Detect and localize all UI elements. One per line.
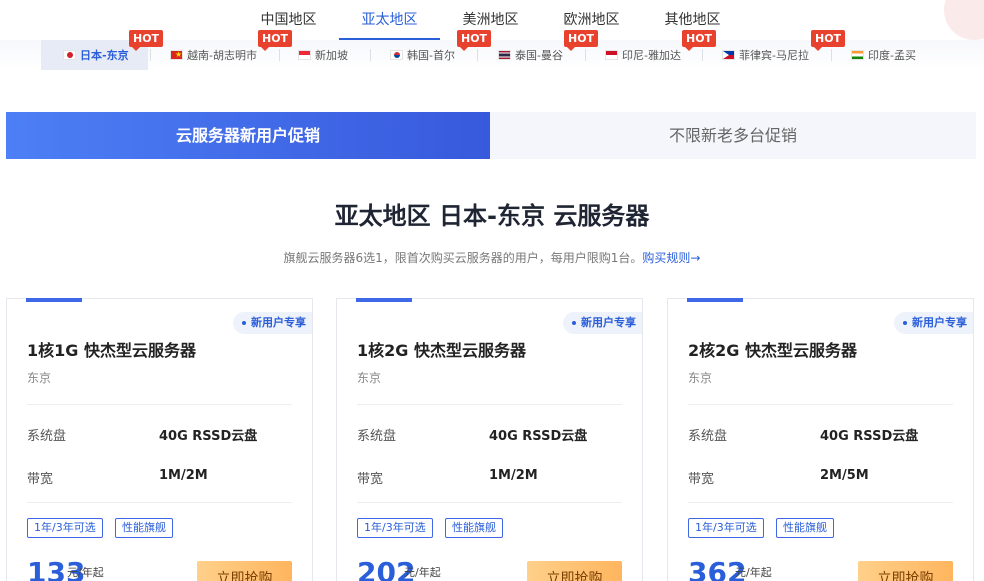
- city-item-jakarta[interactable]: 印尼-雅加达: [605, 40, 681, 70]
- performance-tag: 性能旗舰: [115, 518, 173, 538]
- divider: [27, 502, 292, 503]
- divider: [27, 404, 292, 405]
- buy-button[interactable]: 立即抢购: [527, 561, 622, 581]
- card-title: 1核2G 快杰型云服务器: [357, 341, 526, 360]
- disk-label: 系统盘: [357, 429, 397, 444]
- tab-all-users-promo[interactable]: 不限新老多台促销: [490, 112, 976, 159]
- divider: [688, 502, 953, 503]
- product-card: 新用户专享 2核2G 快杰型云服务器 东京 系统盘 40G RSSD云盘 带宽 …: [667, 298, 974, 581]
- page-title: 亚太地区 日本-东京 云服务器: [334, 202, 650, 230]
- badge-label: 新用户专享: [251, 316, 306, 329]
- philippines-flag-icon: [722, 50, 735, 60]
- korea-flag-icon: [390, 50, 403, 60]
- divider: [357, 502, 622, 503]
- page: 中国地区 亚太地区 美洲地区 欧洲地区 其他地区 日本-东京 ★ 越南-胡志明市…: [0, 0, 984, 581]
- city-label: 越南-胡志明市: [187, 49, 257, 62]
- india-flag-icon: [851, 50, 864, 60]
- buy-button[interactable]: 立即抢购: [858, 561, 953, 581]
- city-item-hochiminh[interactable]: ★ 越南-胡志明市: [170, 40, 257, 70]
- bandwidth-value: 1M/2M: [489, 468, 538, 483]
- city-label: 韩国-首尔: [407, 49, 455, 62]
- buy-button[interactable]: 立即抢购: [197, 561, 292, 581]
- badge-label: 新用户专享: [581, 316, 636, 329]
- city-label: 日本-东京: [80, 49, 129, 62]
- new-user-badge: 新用户专享: [894, 312, 973, 334]
- new-user-badge: 新用户专享: [563, 312, 642, 334]
- dot-icon: [572, 321, 576, 325]
- card-location: 东京: [688, 371, 713, 385]
- term-tag: 1年/3年可选: [688, 518, 764, 538]
- bandwidth-label: 带宽: [27, 472, 54, 487]
- hot-badge: HOT: [811, 30, 846, 51]
- term-tag: 1年/3年可选: [357, 518, 433, 538]
- purchase-rules-link[interactable]: 购买规则→: [642, 251, 700, 265]
- disk-label: 系统盘: [27, 429, 67, 444]
- hot-badge: HOT: [564, 30, 599, 51]
- disk-value: 40G RSSD云盘: [489, 429, 588, 444]
- hot-badge: HOT: [457, 30, 492, 51]
- city-label: 新加坡: [315, 49, 348, 62]
- city-item-seoul[interactable]: 韩国-首尔: [390, 40, 455, 70]
- city-item-manila[interactable]: 菲律宾-马尼拉: [722, 40, 809, 70]
- bandwidth-value: 2M/5M: [820, 468, 869, 483]
- new-user-badge: 新用户专享: [233, 312, 312, 334]
- disk-value: 40G RSSD云盘: [820, 429, 919, 444]
- term-tag: 1年/3年可选: [27, 518, 103, 538]
- dot-icon: [242, 321, 246, 325]
- subtitle: 旗舰云服务器6选1，限首次购买云服务器的用户，每用户限购1台。购买规则→: [0, 249, 984, 266]
- disk-label: 系统盘: [688, 429, 728, 444]
- price-unit: 元/年起: [404, 566, 441, 579]
- corner-decoration: [944, 0, 984, 40]
- card-accent-bar: [26, 298, 82, 302]
- city-label: 印尼-雅加达: [622, 49, 681, 62]
- tab-asia-pacific[interactable]: 亚太地区: [339, 6, 440, 40]
- japan-flag-icon: [63, 50, 76, 60]
- city-label: 印度-孟买: [868, 49, 916, 62]
- bandwidth-label: 带宽: [357, 472, 384, 487]
- hot-badge: HOT: [258, 30, 293, 51]
- badge-label: 新用户专享: [912, 316, 967, 329]
- divider: [357, 404, 622, 405]
- performance-tag: 性能旗舰: [445, 518, 503, 538]
- product-card: 新用户专享 1核1G 快杰型云服务器 东京 系统盘 40G RSSD云盘 带宽 …: [6, 298, 313, 581]
- tab-new-user-promo[interactable]: 云服务器新用户促销: [6, 112, 490, 159]
- city-item-singapore[interactable]: 新加坡: [298, 40, 348, 70]
- dot-icon: [903, 321, 907, 325]
- bandwidth-label: 带宽: [688, 472, 715, 487]
- divider: [688, 404, 953, 405]
- subtitle-text: 旗舰云服务器6选1，限首次购买云服务器的用户，每用户限购1台。: [283, 251, 643, 265]
- city-item-mumbai[interactable]: 印度-孟买: [851, 40, 916, 70]
- hot-badge: HOT: [129, 30, 164, 51]
- city-label: 泰国-曼谷: [515, 49, 563, 62]
- price-unit: 元/年起: [735, 566, 772, 579]
- singapore-flag-icon: [298, 50, 311, 60]
- card-location: 东京: [357, 371, 382, 385]
- disk-value: 40G RSSD云盘: [159, 429, 258, 444]
- price-unit: 元/年起: [67, 566, 104, 579]
- card-accent-bar: [356, 298, 412, 302]
- card-location: 东京: [27, 371, 52, 385]
- bandwidth-value: 1M/2M: [159, 468, 208, 483]
- hot-badge: HOT: [682, 30, 717, 51]
- city-label: 菲律宾-马尼拉: [739, 49, 809, 62]
- card-title: 1核1G 快杰型云服务器: [27, 341, 196, 360]
- city-item-bangkok[interactable]: 泰国-曼谷: [498, 40, 563, 70]
- indonesia-flag-icon: [605, 50, 618, 60]
- card-title: 2核2G 快杰型云服务器: [688, 341, 857, 360]
- product-card: 新用户专享 1核2G 快杰型云服务器 东京 系统盘 40G RSSD云盘 带宽 …: [336, 298, 643, 581]
- card-accent-bar: [687, 298, 743, 302]
- thailand-flag-icon: [498, 50, 511, 60]
- vietnam-flag-icon: ★: [170, 50, 183, 60]
- performance-tag: 性能旗舰: [776, 518, 834, 538]
